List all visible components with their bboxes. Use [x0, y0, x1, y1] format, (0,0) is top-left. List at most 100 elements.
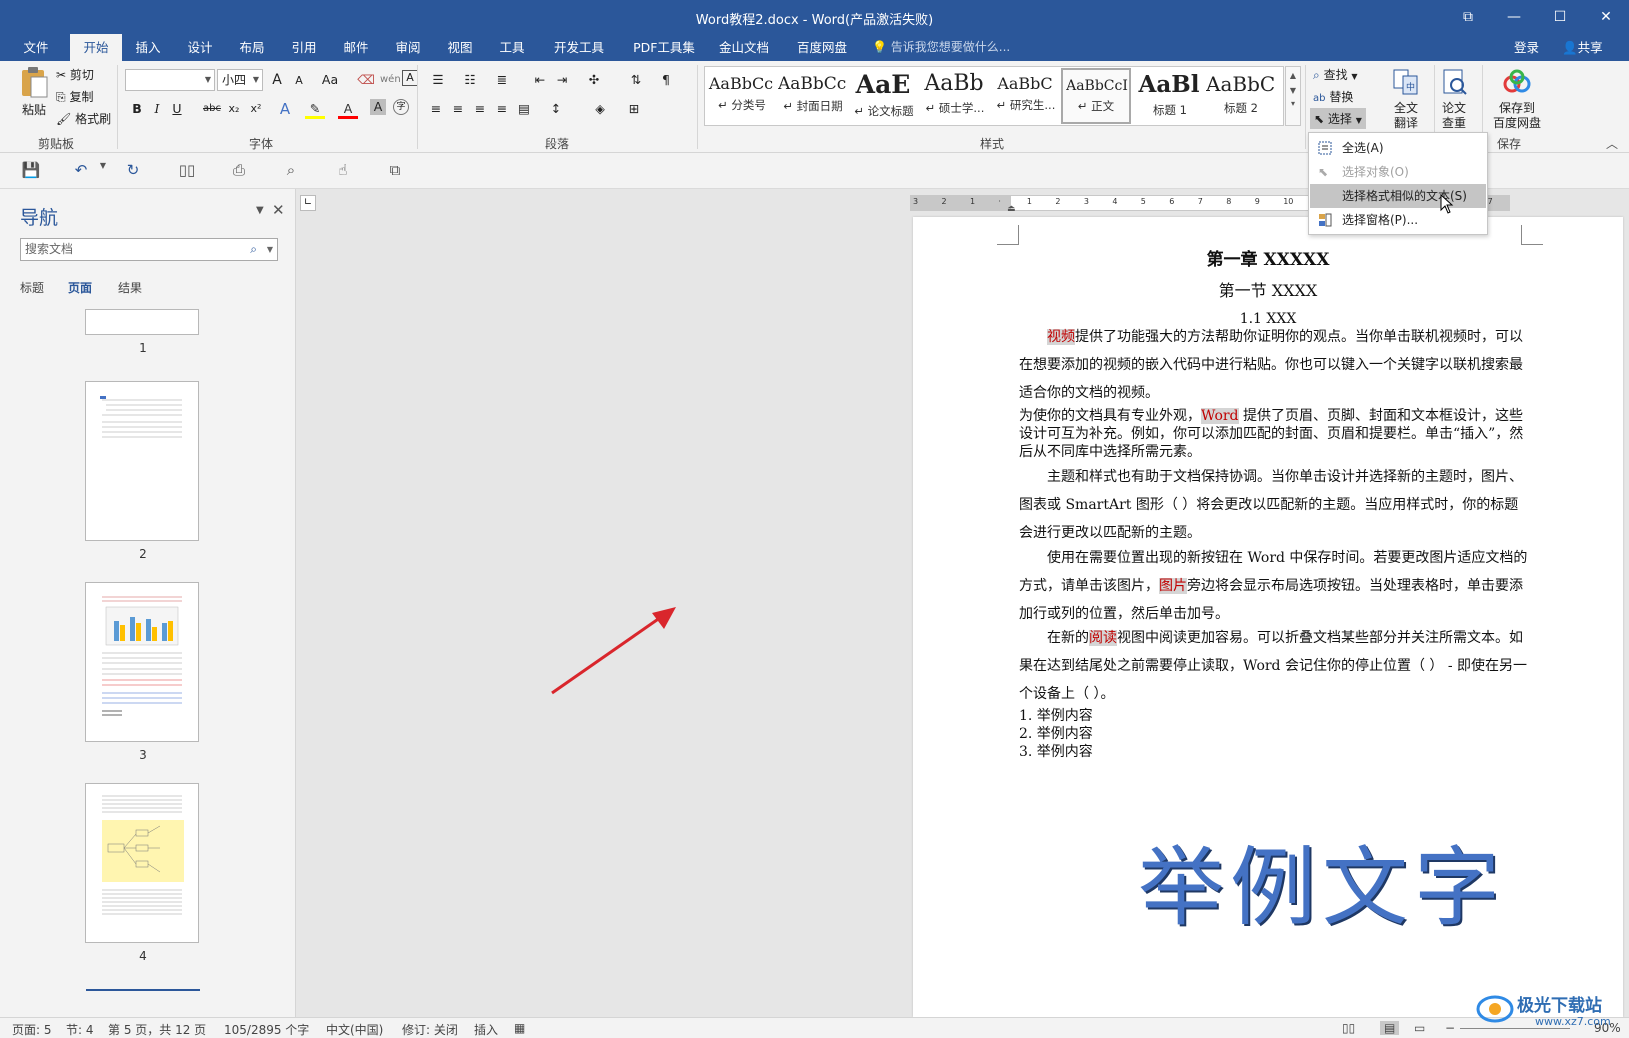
plagiarism-check-button[interactable]: 论文 查重 — [1428, 67, 1480, 131]
minimize-button[interactable]: — — [1491, 0, 1537, 34]
maximize-button[interactable]: ☐ — [1537, 0, 1583, 34]
align-right-icon[interactable]: ≡ — [470, 99, 490, 119]
save-icon[interactable]: 💾 — [20, 161, 42, 181]
bullets-icon[interactable]: ☰ — [428, 70, 448, 90]
status-word-count[interactable]: 105/2895 个字 — [224, 1021, 309, 1038]
status-language[interactable]: 中文(中国) — [326, 1021, 383, 1038]
customize-icon[interactable]: ⧉ — [384, 161, 406, 181]
char-shading-icon[interactable]: A — [370, 99, 386, 115]
style-item[interactable]: AaBbCc ↵ 分类号 — [707, 68, 777, 124]
italic-button[interactable]: I — [147, 99, 167, 119]
share-button[interactable]: 👤共享 — [1562, 34, 1603, 61]
nav-search-input[interactable]: 搜索文档 ⌕ ▼ — [20, 238, 278, 261]
shrink-font-button[interactable]: A — [289, 71, 309, 91]
tab-references[interactable]: 引用 — [278, 34, 330, 61]
zoom-page-icon[interactable]: ⌕ — [280, 161, 302, 181]
font-name-combo[interactable]: ▼ — [125, 69, 215, 91]
nav-tab-results[interactable]: 结果 — [118, 279, 142, 296]
side-by-side-icon[interactable]: ▯▯ — [176, 161, 198, 181]
tab-home[interactable]: 开始 — [70, 34, 122, 61]
tab-mailings[interactable]: 邮件 — [330, 34, 382, 61]
status-section[interactable]: 节: 4 — [66, 1021, 94, 1038]
tab-pdf-tools[interactable]: PDF工具集 — [624, 34, 704, 61]
show-marks-icon[interactable]: ¶ — [656, 70, 676, 90]
tab-layout[interactable]: 布局 — [226, 34, 278, 61]
full-translate-button[interactable]: 中 全文 翻译 — [1380, 67, 1432, 131]
shading-icon[interactable]: ◈ — [590, 99, 610, 119]
page-thumbnail-3[interactable] — [85, 582, 199, 742]
tab-developer[interactable]: 开发工具 — [543, 34, 615, 61]
read-mode-icon[interactable]: ▯▯ — [1342, 1021, 1355, 1035]
search-icon[interactable]: ⌕ — [250, 239, 257, 260]
menu-item-select-similar-format[interactable]: 选择格式相似的文本(S) — [1310, 184, 1486, 208]
increase-indent-icon[interactable]: ⇥ — [552, 70, 572, 90]
cut-button[interactable]: ✂ 剪切 — [56, 66, 94, 83]
macro-record-icon[interactable]: ▦ — [514, 1021, 525, 1035]
find-button[interactable]: ⌕ 查找 ▼ — [1313, 66, 1358, 83]
restore-ribbon-icon[interactable]: ⧉ — [1445, 0, 1491, 34]
style-item[interactable]: AaBl 标题 1 — [1135, 68, 1205, 124]
borders-icon[interactable]: ⊞ — [624, 99, 644, 119]
copy-button[interactable]: ⎘ 复制 — [56, 88, 93, 105]
web-layout-icon[interactable]: ▭ — [1414, 1021, 1425, 1035]
pane-options-icon[interactable]: ▼ — [256, 205, 264, 216]
status-insert-mode[interactable]: 插入 — [474, 1021, 498, 1038]
tell-me-box[interactable]: 💡 告诉我您想要做什么... — [872, 34, 1010, 61]
distributed-icon[interactable]: ▤ — [514, 99, 534, 119]
font-color-icon[interactable]: A — [338, 99, 358, 119]
enclose-char-icon[interactable]: 字 — [393, 99, 409, 115]
text-effects-icon[interactable]: A — [275, 99, 295, 119]
tab-tools[interactable]: 工具 — [486, 34, 538, 61]
clear-format-icon[interactable]: ⌫ — [356, 70, 376, 90]
nav-tab-pages[interactable]: 页面 — [68, 279, 92, 296]
subscript-button[interactable]: x₂ — [224, 99, 244, 119]
font-size-combo[interactable]: 小四 ▼ — [217, 69, 263, 91]
touch-mode-icon[interactable]: ☝ — [332, 161, 354, 181]
save-to-baidu-button[interactable]: 保存到 百度网盘 — [1482, 67, 1552, 131]
select-button[interactable]: ⬉ 选择 ▼ — [1310, 108, 1366, 129]
collapse-ribbon-icon[interactable]: ︿ — [1606, 135, 1618, 152]
tab-file[interactable]: 文件 — [10, 34, 62, 61]
wordart-text[interactable]: 举例文字 — [1138, 817, 1506, 942]
status-track-changes[interactable]: 修订: 关闭 — [402, 1021, 458, 1038]
document-page[interactable]: 第一章 XXXXX 第一节 XXXX 1.1 XXX 视频提供了功能强大的方法帮… — [913, 217, 1623, 1017]
signin-link[interactable]: 登录 — [1514, 34, 1539, 61]
underline-button[interactable]: U — [167, 99, 187, 119]
page-thumbnail-4[interactable] — [85, 783, 199, 943]
phonetic-guide-icon[interactable]: wén — [380, 70, 401, 90]
style-item[interactable]: AaBbCc ↵ 封面日期 — [778, 68, 848, 124]
change-case-button[interactable]: Aa — [317, 70, 343, 90]
status-page-count[interactable]: 第 5 页，共 12 页 — [108, 1021, 206, 1038]
menu-item-selection-pane[interactable]: 选择窗格(P)... — [1310, 208, 1486, 232]
style-item-selected[interactable]: AaBbCcI ↵ 正文 — [1061, 68, 1131, 124]
char-border-icon[interactable]: A — [402, 70, 418, 86]
gallery-scroll[interactable]: ▲ ▼ ▾ — [1285, 66, 1301, 126]
menu-item-select-all[interactable]: 全选(A) — [1310, 136, 1486, 160]
chevron-down-icon[interactable]: ▼ — [92, 161, 114, 181]
align-left-icon[interactable]: ≡ — [426, 99, 446, 119]
superscript-button[interactable]: x² — [246, 99, 266, 119]
redo-icon[interactable]: ↻ — [122, 161, 144, 181]
paste-button[interactable]: 粘贴 — [16, 65, 52, 118]
menu-item-select-objects[interactable]: ⬉ 选择对象(O) — [1310, 160, 1486, 184]
tab-view[interactable]: 视图 — [434, 34, 486, 61]
style-item[interactable]: AaBbC ↵ 研究生... — [991, 68, 1061, 124]
bold-button[interactable]: B — [127, 99, 147, 119]
decrease-indent-icon[interactable]: ⇤ — [530, 70, 550, 90]
line-spacing-icon[interactable]: ↕ — [546, 99, 566, 119]
multilevel-list-icon[interactable]: ≣ — [492, 70, 512, 90]
justify-icon[interactable]: ≡ — [492, 99, 512, 119]
sort-icon[interactable]: ⇅ — [626, 70, 646, 90]
tab-review[interactable]: 审阅 — [382, 34, 434, 61]
strikethrough-button[interactable]: abc — [199, 99, 225, 119]
chinese-layout-icon[interactable]: ✣ — [584, 70, 604, 90]
replace-button[interactable]: ab 替换 — [1313, 88, 1353, 105]
undo-icon[interactable]: ↶ — [70, 161, 92, 181]
print-layout-icon[interactable]: ▤ — [1380, 1021, 1400, 1035]
style-item[interactable]: AaBb ↵ 硕士学... — [920, 68, 990, 124]
status-page[interactable]: 页面: 5 — [12, 1021, 52, 1038]
tab-baidu-pan[interactable]: 百度网盘 — [786, 34, 858, 61]
tab-kingsoft-docs[interactable]: 金山文档 — [708, 34, 780, 61]
style-item[interactable]: AaBbC 标题 2 — [1206, 68, 1276, 124]
format-painter-button[interactable]: 🖌 格式刷 — [56, 110, 111, 127]
